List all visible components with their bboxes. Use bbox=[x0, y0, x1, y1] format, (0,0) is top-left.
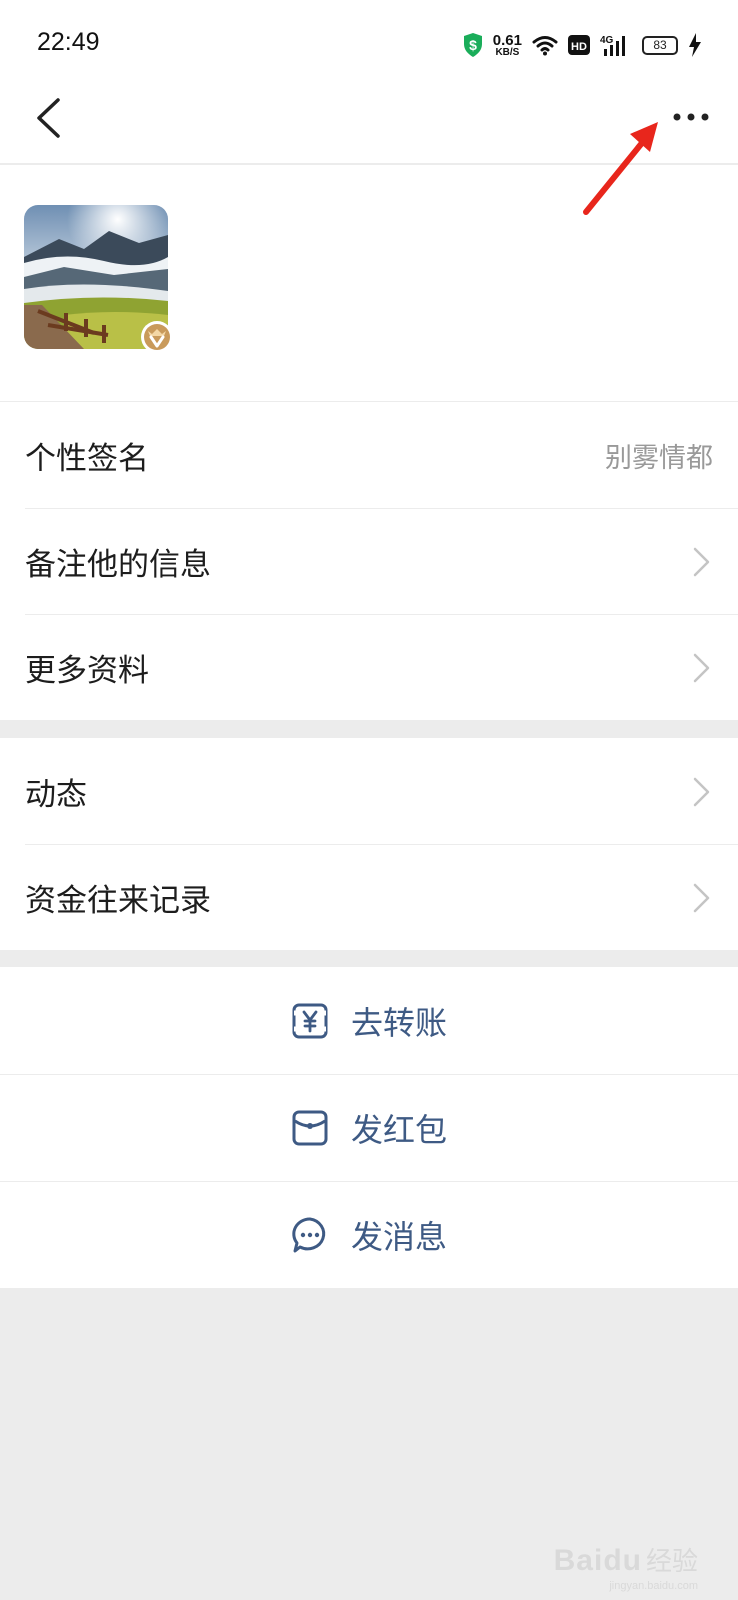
signature-label: 个性签名 bbox=[25, 440, 149, 477]
remark-info-row[interactable]: 备注他的信息 bbox=[0, 508, 738, 614]
net-speed-value: 0.61 bbox=[492, 31, 522, 49]
send-message-label: 发消息 bbox=[350, 1217, 447, 1256]
chevron-right-icon bbox=[693, 653, 710, 683]
hd-icon: HD bbox=[568, 35, 590, 55]
chevron-right-icon bbox=[693, 883, 710, 913]
more-options-icon[interactable] bbox=[666, 92, 716, 142]
actions-card: 去转账 发红包 发消息 bbox=[0, 967, 738, 1288]
vip-badge-icon bbox=[141, 321, 173, 353]
red-packet-icon bbox=[292, 1110, 328, 1145]
status-icons: $ 0.61 KB/S HD 4G 83 bbox=[463, 28, 702, 62]
send-message-button[interactable]: 发消息 bbox=[0, 1181, 738, 1288]
remark-info-label: 备注他的信息 bbox=[25, 546, 211, 583]
transfer-icon bbox=[292, 1003, 328, 1038]
signature-row: 个性签名 别雾情都 bbox=[0, 402, 738, 508]
net-speed: 0.61 KB/S bbox=[493, 33, 522, 58]
chevron-right-icon bbox=[693, 777, 710, 807]
fund-records-label: 资金往来记录 bbox=[25, 882, 211, 919]
back-arrow-icon[interactable] bbox=[26, 90, 76, 150]
watermark-brand: Baidu bbox=[553, 1544, 642, 1577]
transfer-label: 去转账 bbox=[350, 1003, 447, 1042]
status-bar: 22:49 $ 0.61 KB/S HD 4G 83 bbox=[0, 0, 738, 86]
nav-bar bbox=[0, 86, 738, 164]
signature-value: 别雾情都 bbox=[605, 442, 713, 474]
shield-dollar-icon: $ bbox=[463, 33, 482, 57]
battery-indicator: 83 bbox=[642, 35, 678, 55]
info-card: 个性签名 别雾情都 备注他的信息 更多资料 bbox=[0, 402, 738, 720]
network-label: 4G bbox=[600, 35, 614, 46]
moments-row[interactable]: 动态 bbox=[0, 738, 738, 844]
profile-header bbox=[0, 165, 738, 401]
watermark-url: jingyan.baidu.com bbox=[609, 1580, 698, 1592]
hd-label: HD bbox=[571, 41, 587, 53]
chevron-right-icon bbox=[693, 547, 710, 577]
more-info-label: 更多资料 bbox=[25, 652, 149, 689]
transfer-button[interactable]: 去转账 bbox=[0, 967, 738, 1074]
signal-4g-icon: 4G bbox=[600, 35, 625, 56]
red-packet-label: 发红包 bbox=[350, 1110, 447, 1149]
net-speed-unit: KB/S bbox=[495, 46, 520, 58]
activity-card: 动态 资金往来记录 bbox=[0, 738, 738, 950]
fund-records-row[interactable]: 资金往来记录 bbox=[0, 844, 738, 950]
more-info-row[interactable]: 更多资料 bbox=[0, 614, 738, 720]
red-packet-button[interactable]: 发红包 bbox=[0, 1074, 738, 1181]
message-icon bbox=[292, 1216, 326, 1252]
wifi-icon bbox=[532, 36, 558, 56]
watermark-cn: 经验 bbox=[645, 1546, 698, 1576]
svg-text:$: $ bbox=[469, 37, 477, 53]
baidu-watermark: Baidu 经验 jingyan.baidu.com bbox=[553, 1541, 698, 1592]
charging-icon bbox=[689, 33, 701, 57]
status-time: 22:49 bbox=[37, 28, 100, 56]
moments-label: 动态 bbox=[25, 776, 87, 813]
